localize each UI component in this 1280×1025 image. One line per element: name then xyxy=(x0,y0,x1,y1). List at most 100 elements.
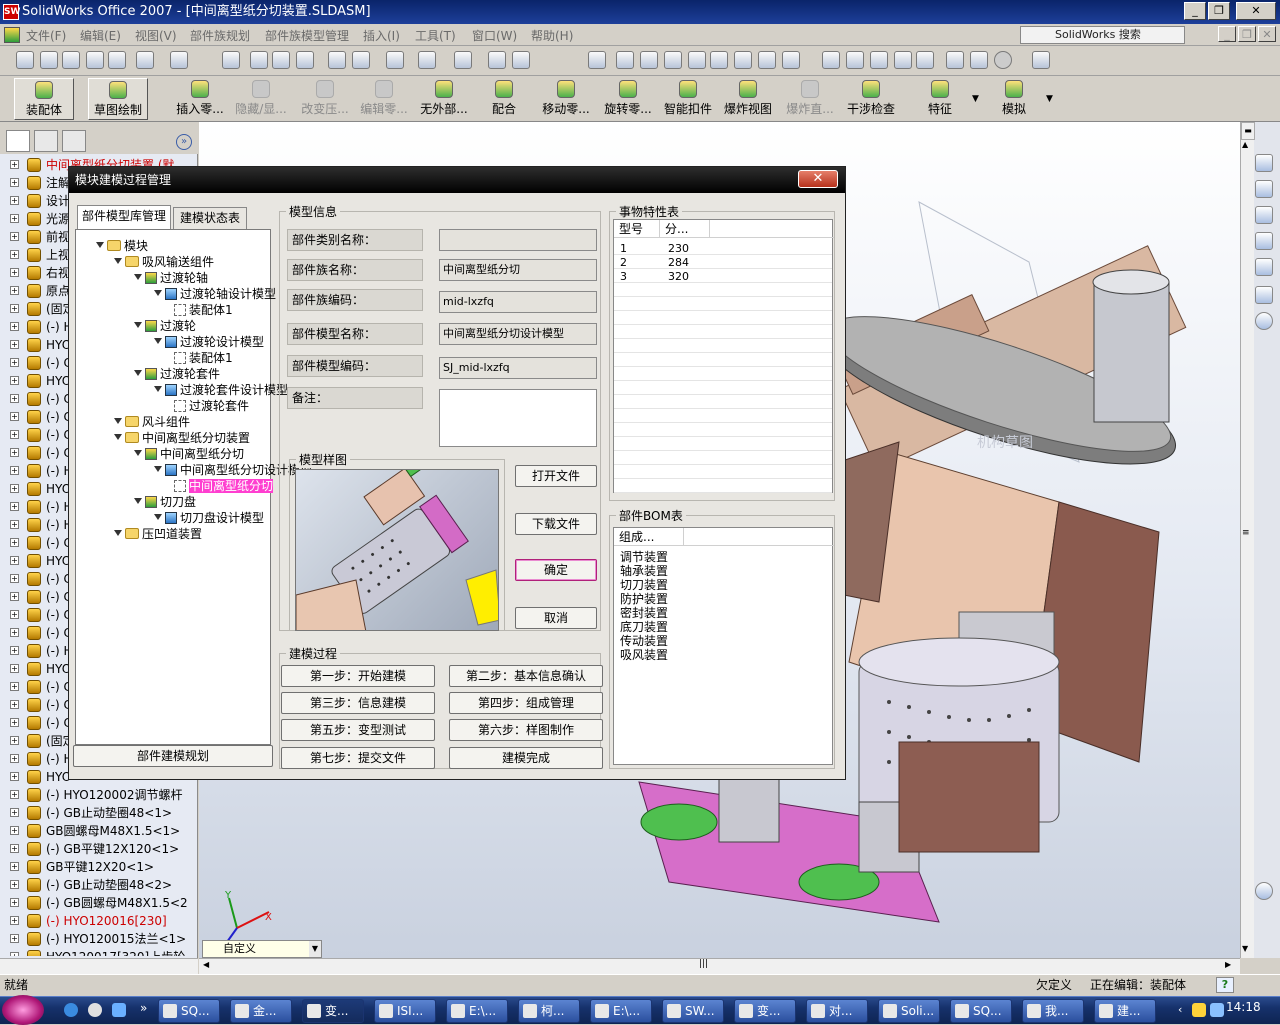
tree-expand-icon[interactable] xyxy=(134,370,142,377)
tree-expand-icon[interactable] xyxy=(134,274,142,281)
print-icon[interactable] xyxy=(86,51,104,69)
window-tile-icon[interactable] xyxy=(454,51,472,69)
feature-tree-item[interactable]: + GB平键12X20<1> xyxy=(0,858,198,876)
resources-icon[interactable] xyxy=(1255,180,1273,198)
expand-icon[interactable]: + xyxy=(10,412,19,421)
maximize-button[interactable]: ❐ xyxy=(1208,2,1230,20)
expand-icon[interactable]: + xyxy=(10,250,19,259)
grid-icon[interactable] xyxy=(328,51,346,69)
view-palette-icon[interactable] xyxy=(1255,258,1273,276)
insert-component-button[interactable]: 插入零... xyxy=(170,78,230,120)
taskbar-button[interactable]: 变... xyxy=(734,999,796,1023)
modeling-complete-button[interactable]: 建模完成 xyxy=(449,747,603,769)
tree-node[interactable]: 过渡轮 xyxy=(134,318,196,334)
explode-line-button[interactable]: 爆炸直... xyxy=(782,78,838,120)
expand-icon[interactable]: + xyxy=(10,772,19,781)
collapse-pane-icon[interactable] xyxy=(1255,312,1273,330)
bom-header[interactable]: 组成... xyxy=(614,528,684,546)
feature-tree-item[interactable]: + (-) HYO120002调节螺杆 xyxy=(0,786,198,804)
tree-node[interactable]: 中间离型纸分切 xyxy=(134,446,244,462)
tree-expand-icon[interactable] xyxy=(154,290,162,297)
expand-icon[interactable]: + xyxy=(10,808,19,817)
panel-hscroll[interactable] xyxy=(0,958,198,974)
expand-icon[interactable]: + xyxy=(10,934,19,943)
hscroll-thumb-icon[interactable]: ||| xyxy=(699,959,708,969)
quicklaunch-icon[interactable] xyxy=(88,1003,102,1017)
remark-textarea[interactable] xyxy=(439,389,597,447)
taskbar-button[interactable]: 柯... xyxy=(518,999,580,1023)
menu-family-plan[interactable]: 部件族规划 xyxy=(190,27,250,44)
interference-check-button[interactable]: 干涉检查 xyxy=(844,78,898,120)
menu-tools[interactable]: 工具(T) xyxy=(415,27,456,44)
tree-node[interactable]: 中间离型纸分切 xyxy=(174,478,274,494)
shadows-icon[interactable] xyxy=(946,51,964,69)
model-code-field[interactable]: SJ_mid-lxzfq xyxy=(439,357,597,379)
taskbar-button[interactable]: 金... xyxy=(230,999,292,1023)
zoom-selection-icon[interactable] xyxy=(688,51,706,69)
measure-icon[interactable] xyxy=(588,51,606,69)
tree-node[interactable]: 过渡轮轴 xyxy=(134,270,208,286)
expand-icon[interactable]: + xyxy=(10,844,19,853)
expand-pane-icon[interactable] xyxy=(1255,882,1273,900)
expand-icon[interactable]: + xyxy=(10,736,19,745)
redo-icon[interactable] xyxy=(222,51,240,69)
tree-expand-icon[interactable] xyxy=(134,450,142,457)
smart-fasteners-button[interactable]: 智能扣件 xyxy=(662,78,714,120)
tree-node[interactable]: 过渡轮套件设计模型 xyxy=(154,382,288,398)
expand-panel-icon[interactable]: » xyxy=(176,134,192,150)
new-icon[interactable] xyxy=(16,51,34,69)
taskbar-button[interactable]: 变... xyxy=(302,999,364,1023)
tree-expand-icon[interactable] xyxy=(134,498,142,505)
scroll-down-icon[interactable]: ▼ xyxy=(1242,944,1248,953)
hide-show-button[interactable]: 隐藏/显... xyxy=(230,78,292,120)
view-config-combo[interactable]: 自定义 ▼ xyxy=(202,940,322,958)
move-component-button[interactable]: 移动零... xyxy=(536,78,596,120)
undo-icon[interactable] xyxy=(170,51,188,69)
tab-model-library[interactable]: 部件模型库管理 xyxy=(77,205,171,229)
change-suppression-button[interactable]: 改变压... xyxy=(294,78,356,120)
tree-node[interactable]: 过渡轮设计模型 xyxy=(154,334,264,350)
viewport-vscroll[interactable]: ▲ ≡ ▼ xyxy=(1240,140,1254,958)
simulation-tab-button[interactable]: 模拟 xyxy=(996,78,1032,120)
feature-tree-item[interactable]: + GB圆螺母M48X1.5<1> xyxy=(0,822,198,840)
expand-icon[interactable]: + xyxy=(10,790,19,799)
view-orientation-icon[interactable] xyxy=(782,51,800,69)
tray-arrow-icon[interactable]: ‹ xyxy=(1178,1003,1182,1016)
download-file-button[interactable]: 下载文件 xyxy=(515,513,597,535)
feature-tree-item[interactable]: + (-) HYO120015法兰<1> xyxy=(0,930,198,948)
component-icon[interactable] xyxy=(352,51,370,69)
save-icon[interactable] xyxy=(62,51,80,69)
scroll-up-icon[interactable]: ▲ xyxy=(1242,140,1248,149)
bom-item[interactable]: 密封装置 xyxy=(620,606,668,620)
expand-icon[interactable]: + xyxy=(10,556,19,565)
feature-tree-item[interactable]: + (-) GB圆螺母M48X1.5<2 xyxy=(0,894,198,912)
scroll-thumb-icon[interactable]: ≡ xyxy=(1242,528,1250,538)
taskbar-button[interactable]: ISI... xyxy=(374,999,436,1023)
mate-button[interactable]: 配合 xyxy=(484,78,524,120)
open-icon[interactable] xyxy=(40,51,58,69)
taskbar-button[interactable]: 我... xyxy=(1022,999,1084,1023)
hidden-removed-icon[interactable] xyxy=(870,51,888,69)
doc-restore-button[interactable]: ❐ xyxy=(1238,26,1256,42)
event-header-value[interactable]: 分... xyxy=(660,220,710,238)
expand-icon[interactable]: + xyxy=(10,304,19,313)
expand-icon[interactable]: + xyxy=(10,484,19,493)
hidden-lines-icon[interactable] xyxy=(846,51,864,69)
bom-item[interactable]: 轴承装置 xyxy=(620,564,668,578)
step-6-button[interactable]: 第六步：样图制作 xyxy=(449,719,603,741)
taskbar-button[interactable]: 建... xyxy=(1094,999,1156,1023)
tree-node[interactable]: 压凹道装置 xyxy=(114,526,202,542)
tree-node[interactable]: 吸风输送组件 xyxy=(114,254,214,270)
3d-content-icon[interactable] xyxy=(1032,51,1050,69)
taskbar-button[interactable]: E:\... xyxy=(590,999,652,1023)
quicklaunch-2-icon[interactable] xyxy=(112,1003,126,1017)
tray-icon-1[interactable] xyxy=(1192,1003,1206,1017)
bom-table[interactable]: 组成... 调节装置 轴承装置 切刀装置 防护装置 密封装置 底刀装置 传动装置 吸风装置 xyxy=(613,527,834,765)
open-file-button[interactable]: 打开文件 xyxy=(515,465,597,487)
tree-node[interactable]: 模块 xyxy=(96,238,148,254)
tree-expand-icon[interactable] xyxy=(114,530,122,537)
menu-edit[interactable]: 编辑(E) xyxy=(80,27,121,44)
sketch-tab-button[interactable]: 草图绘制 xyxy=(88,78,148,120)
tree-expand-icon[interactable] xyxy=(96,242,104,249)
simulation-dropdown-icon[interactable]: ▼ xyxy=(1046,94,1053,104)
